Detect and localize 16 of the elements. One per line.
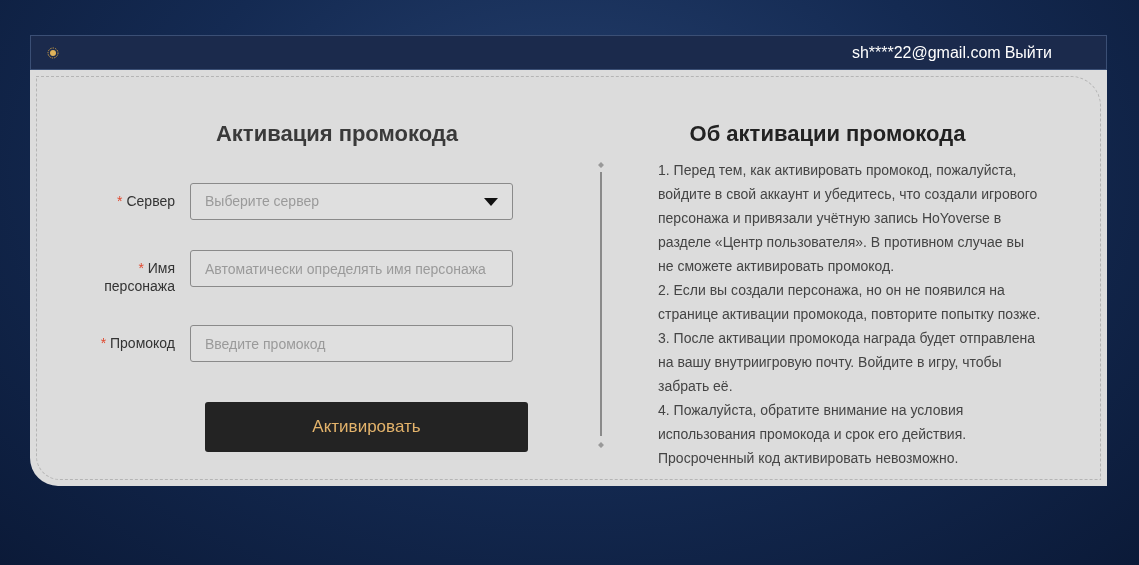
info-paragraph: 3. После активации промокода награда будет отправлена на вашу внутриигровую почту. Войдите в игру, чтобы забрать её. [658,329,1037,396]
field-label: * Сервер [116,192,176,210]
logout-link[interactable]: Выйти [1004,40,1052,65]
info-paragraph: 2. Если вы создали персонажа, но он не появился на странице активации промокода, повторите попытку позже. [658,281,1042,324]
sun-logo-icon [47,46,59,59]
info-title: Об активации промокода [689,121,966,146]
form-title: Активация промокода [215,121,458,146]
input-field[interactable]: Автоматически определять имя персонажа [190,250,513,287]
caret-icon [484,197,498,206]
field-label: * Промокод [99,334,176,352]
input-field[interactable]: Введите промокод [190,325,513,362]
user-email: sh****22@gmail.com [851,42,1001,63]
field-label: * Имя персонажа [103,259,176,295]
info-paragraph: 1. Перед тем, как активировать промокод, пожалуйста, войдите в свой аккаунт и убедитесь, что создали игрового персонажа и привязали учётную запись HoYoverse в разделе «Центр пользователя». В противном случае вы не сможете активировать промокод. [658,161,1039,276]
info-paragraph: 4. Пожалуйста, обратите внимание на условия использования промокода и срок его действия. Просроченный код активировать невозможно. [658,401,968,468]
activate-button[interactable]: Активировать [205,402,528,452]
